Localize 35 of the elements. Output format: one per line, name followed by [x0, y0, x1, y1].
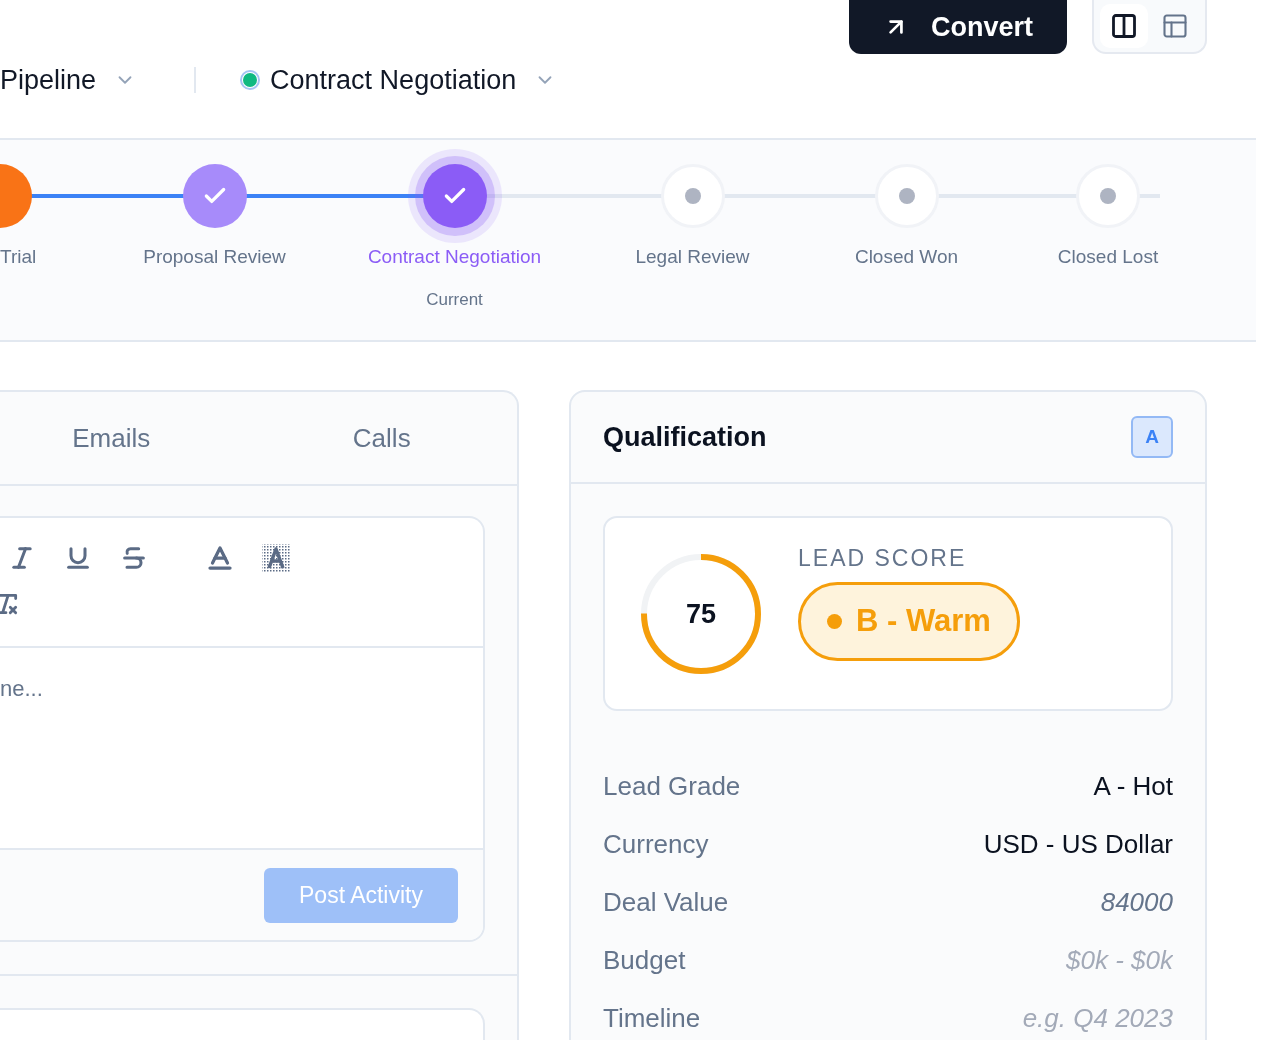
stage-label: Contract Negotiation — [367, 246, 542, 268]
field-value: USD - US Dollar — [983, 828, 1173, 860]
underline-icon — [64, 544, 92, 572]
stage-label: Proposal Review — [143, 246, 286, 268]
columns-icon — [1109, 12, 1138, 40]
field-input[interactable]: 84000 — [813, 886, 1173, 918]
layout-icon — [1161, 12, 1190, 40]
field-value: A - Hot — [1093, 770, 1173, 802]
strikethrough-icon — [120, 544, 148, 572]
view-toggle-button[interactable] — [1100, 4, 1148, 48]
current-stage-note: Current — [426, 290, 483, 310]
field-label: Currency — [603, 828, 709, 860]
clear-format-icon — [0, 591, 20, 617]
grade-badge: A — [1131, 416, 1173, 458]
pipeline-dropdown[interactable]: Pipeline — [0, 64, 137, 96]
field-label: Budget — [603, 944, 686, 976]
field-label: Deal Value — [603, 886, 729, 918]
field-label: Timeline — [603, 1002, 701, 1034]
activity-tab[interactable]: Calls — [246, 392, 517, 484]
stage-label: Trial — [0, 246, 37, 268]
field-input[interactable]: e.g. Q4 2023 — [813, 1002, 1173, 1034]
stage-dropdown[interactable]: Contract Negotiation — [240, 64, 557, 96]
highlight-button[interactable] — [261, 542, 291, 574]
highlight-color-icon — [261, 543, 291, 573]
stage-label: Closed Lost — [1057, 246, 1159, 268]
activity-tab[interactable]: Emails — [0, 392, 247, 484]
lead-score-label: LEAD SCORE — [798, 544, 968, 572]
convert-button[interactable]: Convert — [849, 0, 1067, 54]
stage-label: Closed Won — [854, 246, 959, 268]
stage-label: Legal Review — [635, 246, 750, 268]
grade-pill: B - Warm — [798, 581, 1020, 661]
field-label: Lead Grade — [603, 770, 741, 802]
panel-title: Qualification — [603, 421, 767, 453]
score-value: 75 — [686, 600, 716, 627]
stage-node[interactable] — [422, 164, 487, 228]
